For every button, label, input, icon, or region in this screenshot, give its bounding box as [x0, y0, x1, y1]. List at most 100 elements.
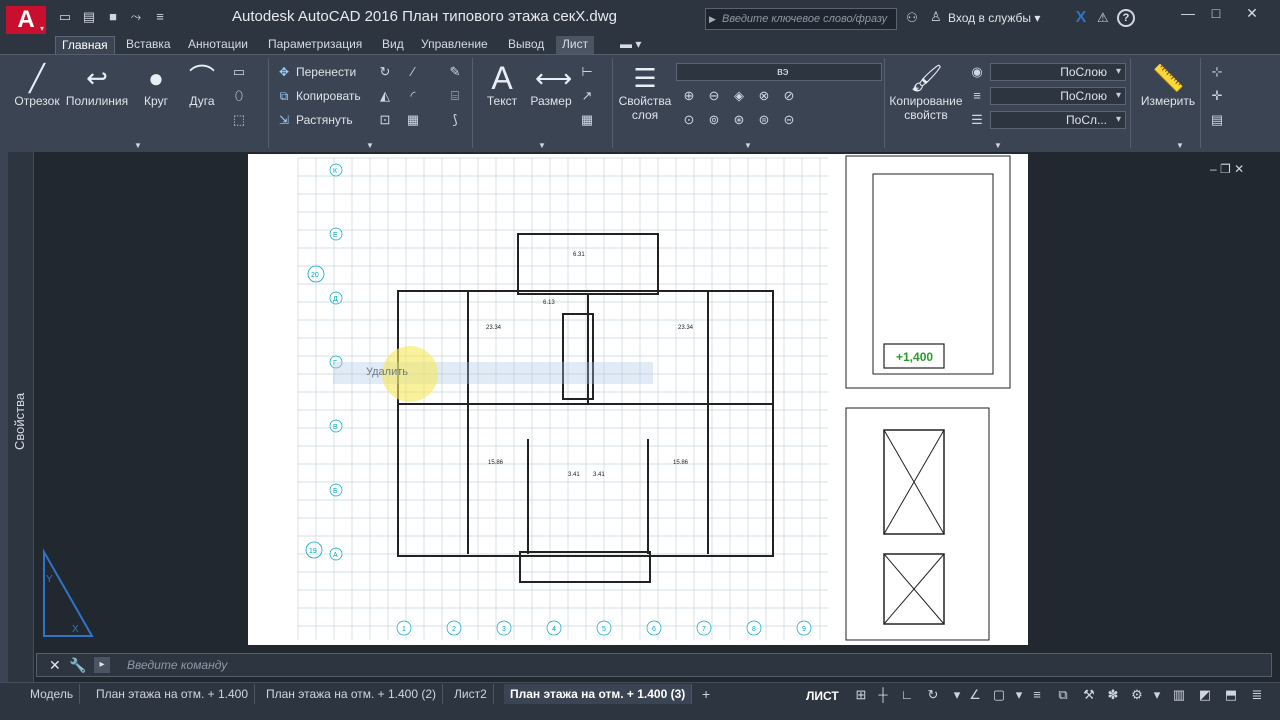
open-file-icon[interactable]: ▤	[81, 10, 97, 24]
grid-icon[interactable]: ⊞	[852, 686, 870, 704]
save-icon[interactable]: ■	[105, 10, 121, 24]
layer-tool-icon[interactable]: ⊗	[755, 87, 773, 105]
layer-tool-icon[interactable]: ⊖	[705, 87, 723, 105]
signin-button[interactable]: Вход в службы ▾	[948, 11, 1040, 25]
tab-layout[interactable]: Лист	[556, 36, 595, 54]
lineweight-toggle-icon[interactable]: ≡	[1028, 686, 1046, 704]
panel-expand-icon[interactable]: ▼	[744, 140, 752, 152]
linetype-dropdown[interactable]: ПоСлою	[990, 87, 1126, 105]
command-input[interactable]	[127, 656, 727, 674]
osnap-icon[interactable]: ∠	[966, 686, 984, 704]
share-icon[interactable]: ⤳	[128, 10, 144, 24]
object-snap-icon[interactable]: ▢	[990, 686, 1008, 704]
tab-layout-3[interactable]: Лист2	[448, 684, 494, 704]
close-icon[interactable]: ✕	[49, 657, 61, 674]
ortho-icon[interactable]: ∟	[898, 686, 916, 704]
move-button[interactable]: ✥ Перенести	[276, 62, 356, 82]
leader-icon[interactable]: ↗	[578, 87, 596, 105]
command-prompt-icon[interactable]: ▸	[94, 657, 110, 673]
rectangle-icon[interactable]: ▭	[230, 63, 248, 81]
selection-icon[interactable]: ⧉	[1054, 686, 1072, 704]
help-icon[interactable]: ?	[1117, 9, 1135, 27]
linetype-icon[interactable]: ≡	[968, 87, 986, 105]
tab-output[interactable]: Вывод	[502, 36, 550, 54]
chevron-down-icon[interactable]: ▾	[1010, 686, 1028, 704]
offset-icon[interactable]: ⟆	[446, 111, 464, 129]
panel-expand-icon[interactable]: ▼	[538, 140, 546, 152]
tab-annotate[interactable]: Аннотации	[182, 36, 254, 54]
erase-icon[interactable]: ✎	[446, 63, 464, 81]
group-icon[interactable]: ⊹	[1208, 63, 1226, 81]
layer-tool-icon[interactable]: ⊚	[705, 111, 723, 129]
layer-tool-icon[interactable]: ◈	[730, 87, 748, 105]
tab-manage[interactable]: Управление	[415, 36, 494, 54]
search-input[interactable]: Введите ключевое слово/фразу	[705, 8, 897, 30]
panel-expand-icon[interactable]: ▼	[1176, 140, 1184, 152]
exchange-icon[interactable]: ⚠	[1097, 9, 1111, 27]
trim-icon[interactable]: ⁄	[404, 63, 422, 81]
arc-button[interactable]: ⌒ Дуга	[184, 62, 220, 108]
mirror-icon[interactable]: ◭	[376, 87, 394, 105]
tab-parametric[interactable]: Параметризация	[262, 36, 368, 54]
layer-properties-button[interactable]: ☰ Свойства слоя	[616, 62, 674, 122]
layer-dropdown[interactable]: вэ	[676, 63, 882, 81]
new-file-icon[interactable]: ▭	[57, 10, 73, 24]
layer-tool-icon[interactable]: ⊝	[780, 111, 798, 129]
workspace-icon[interactable]: ✽	[1104, 686, 1122, 704]
rotate-icon[interactable]: ↻	[376, 63, 394, 81]
chevron-down-icon[interactable]: ▾	[40, 24, 50, 33]
floor-plan-drawing[interactable]: КЕДГВБА1 2 3 4 5 6 7 8 9 23.34 23.34 15.86 15.86 3…	[248, 154, 1028, 645]
array-icon[interactable]: ▦	[404, 111, 422, 129]
match-properties-button[interactable]: 🖌 Копирование свойств	[886, 62, 966, 122]
measure-button[interactable]: 📏 Измерить	[1138, 62, 1198, 108]
layer-tool-icon[interactable]: ⊙	[680, 111, 698, 129]
explode-icon[interactable]: ⌸	[446, 87, 464, 105]
calculator-icon[interactable]: ▤	[1208, 111, 1226, 129]
circle-button[interactable]: ● Круг	[138, 62, 174, 108]
dimension-button[interactable]: ⟷ Размер	[528, 62, 574, 108]
user-icon[interactable]: ♙	[930, 9, 944, 25]
line-button[interactable]: ╱ Отрезок	[12, 62, 62, 108]
tab-layout-1[interactable]: План этажа на отм. + 1.400	[90, 684, 256, 704]
minimize-icon[interactable]: —	[1174, 4, 1202, 22]
scale-icon[interactable]: ⊡	[376, 111, 394, 129]
gear-icon[interactable]: ⚙	[1128, 686, 1146, 704]
chevron-down-icon[interactable]: ▾	[948, 686, 966, 704]
binoculars-icon[interactable]: ⚇	[903, 10, 921, 26]
polar-icon[interactable]: ↻	[924, 686, 942, 704]
panel-expand-icon[interactable]: ▼	[134, 140, 142, 152]
linear-dim-icon[interactable]: ⊢	[578, 63, 596, 81]
polyline-button[interactable]: ↩ Полилиния	[64, 62, 130, 108]
panel-expand-icon[interactable]: ▼	[366, 140, 374, 152]
hardware-accel-icon[interactable]: ◩	[1196, 686, 1214, 704]
layer-tool-icon[interactable]: ⊛	[730, 111, 748, 129]
space-toggle[interactable]: ЛИСТ	[806, 686, 839, 706]
layer-tool-icon[interactable]: ⊜	[755, 111, 773, 129]
copy-button[interactable]: ⧉ Копировать	[276, 86, 361, 106]
layer-tool-icon[interactable]: ⊘	[780, 87, 798, 105]
tab-insert[interactable]: Вставка	[120, 36, 177, 54]
video-tab-icon[interactable]: ▬ ▾	[614, 36, 647, 54]
lineweight-dropdown[interactable]: ПоСл...	[990, 111, 1126, 129]
isolate-icon[interactable]: ▥	[1170, 686, 1188, 704]
lineweight-icon[interactable]: ☰	[968, 111, 986, 129]
color-dropdown[interactable]: ПоСлою	[990, 63, 1126, 81]
tab-layout-4[interactable]: План этажа на отм. + 1.400 (3)	[504, 684, 693, 704]
layer-tool-icon[interactable]: ⊕	[680, 87, 698, 105]
qat-more-icon[interactable]: ≡	[152, 10, 168, 24]
tab-layout-2[interactable]: План этажа на отм. + 1.400 (2)	[260, 684, 444, 704]
viewport-controls[interactable]: ‒ ❐ ✕	[1210, 162, 1266, 178]
tab-model[interactable]: Модель	[24, 684, 81, 704]
table-icon[interactable]: ▦	[578, 111, 596, 129]
wrench-icon[interactable]: 🔧	[69, 657, 86, 674]
color-wheel-icon[interactable]: ◉	[968, 63, 986, 81]
close-icon[interactable]: ✕	[1238, 4, 1266, 22]
text-button[interactable]: A Текст	[482, 62, 522, 108]
customize-icon[interactable]: ≣	[1248, 686, 1266, 704]
fillet-icon[interactable]: ◜	[404, 87, 422, 105]
clean-screen-icon[interactable]: ⬒	[1222, 686, 1240, 704]
tab-view[interactable]: Вид	[376, 36, 410, 54]
hatch-icon[interactable]: ⬯	[230, 87, 248, 105]
panel-expand-icon[interactable]: ▼	[994, 140, 1002, 152]
maximize-icon[interactable]: □	[1202, 4, 1230, 22]
